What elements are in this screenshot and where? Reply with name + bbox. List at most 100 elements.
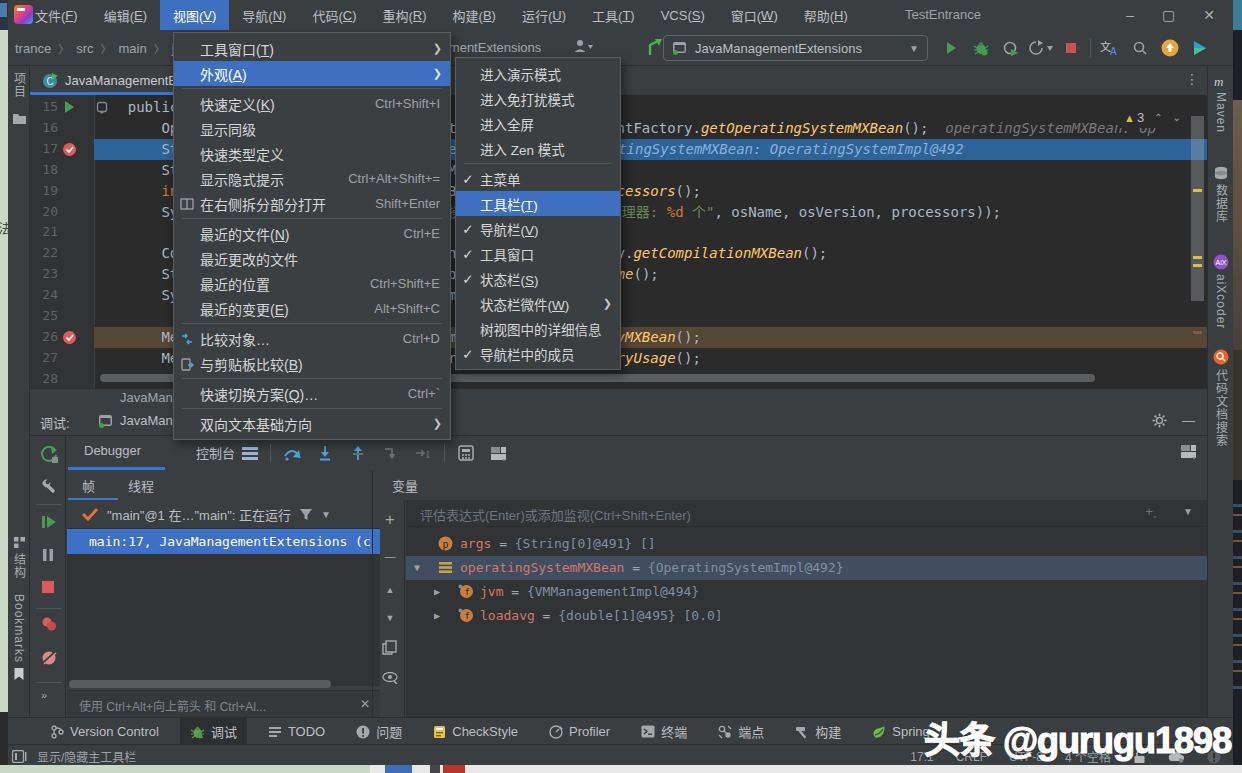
user-icon[interactable] bbox=[572, 38, 594, 54]
menu-item-显示同级[interactable]: 显示同级 bbox=[174, 116, 450, 141]
menu-item-外观(A)[interactable]: 外观(A)❯ bbox=[174, 61, 450, 86]
remove-icon[interactable]: — bbox=[382, 548, 398, 564]
project-folder-icon[interactable] bbox=[8, 112, 30, 125]
view-breakpoints-icon[interactable] bbox=[41, 616, 59, 634]
menu-视图(V)[interactable]: 视图(V) bbox=[160, 0, 229, 30]
pause-icon[interactable] bbox=[41, 548, 59, 566]
menu-item-最近的位置[interactable]: 最近的位置Ctrl+Shift+E bbox=[174, 271, 450, 296]
menu-item-双向文本基础方向[interactable]: 双向文本基础方向❯ bbox=[174, 411, 450, 436]
view-options-icon[interactable] bbox=[382, 672, 398, 688]
menu-item-进入 Zen 模式[interactable]: 进入 Zen 模式 bbox=[456, 136, 620, 161]
tab-frames[interactable]: 帧 bbox=[82, 476, 95, 495]
thread-selector[interactable]: "main"@1 在…"main": 正在运行 ▼ bbox=[67, 500, 380, 529]
menu-item-快速定义(K)[interactable]: 快速定义(K)Ctrl+Shift+I bbox=[174, 91, 450, 116]
menu-item-与剪贴板比较(B)[interactable]: 与剪贴板比较(B) bbox=[174, 351, 450, 376]
add-watch-icon[interactable]: +˯ bbox=[1145, 504, 1157, 519]
menu-item-工具窗口(T)[interactable]: 工具窗口(T)❯ bbox=[174, 36, 450, 61]
evaluate-icon[interactable] bbox=[449, 440, 482, 466]
prev-warning-icon[interactable]: ⌃ bbox=[1154, 112, 1162, 123]
menu-文件(F)[interactable]: 文件(F) bbox=[22, 0, 91, 30]
variable-row[interactable]: ▼operatingSystemMXBean = {OperatingSyste… bbox=[406, 556, 1208, 580]
tool-button-Version Control[interactable]: Version Control bbox=[41, 720, 169, 743]
stop-button[interactable] bbox=[1056, 35, 1086, 61]
menu-item-工具窗口[interactable]: ✓工具窗口 bbox=[456, 241, 620, 266]
tool-button-调试[interactable]: 调试 bbox=[180, 718, 247, 745]
toolbar-toggle-icon[interactable] bbox=[12, 750, 27, 763]
tool-button-structure[interactable]: 结构 bbox=[8, 536, 30, 579]
menu-item-进入全屏[interactable]: 进入全屏 bbox=[456, 111, 620, 136]
maximize-button[interactable]: ▢ bbox=[1162, 7, 1175, 23]
tool-button-端点[interactable]: 端点 bbox=[708, 718, 774, 745]
resume-icon[interactable] bbox=[41, 514, 59, 532]
menu-运行(U)[interactable]: 运行(U) bbox=[509, 0, 579, 30]
settings-menu-icon[interactable] bbox=[233, 440, 266, 466]
breakpoint-icon[interactable] bbox=[62, 330, 80, 348]
move-up-icon[interactable]: ▲ bbox=[382, 582, 398, 598]
run-to-cursor-icon[interactable]: I bbox=[407, 440, 440, 466]
close-button[interactable]: ✕ bbox=[1203, 7, 1215, 23]
step-out-icon[interactable] bbox=[341, 440, 374, 466]
menu-编辑(E)[interactable]: 编辑(E) bbox=[91, 0, 160, 30]
close-icon[interactable]: ✕ bbox=[360, 697, 370, 711]
breadcrumb-item[interactable]: src bbox=[76, 41, 93, 56]
run-line-icon[interactable] bbox=[62, 100, 80, 118]
breakpoint-icon[interactable] bbox=[62, 142, 80, 160]
menu-item-快速切换方案(Q)…[interactable]: 快速切换方案(Q)…Ctrl+` bbox=[174, 381, 450, 406]
menu-item-快速类型定义[interactable]: 快速类型定义 bbox=[174, 141, 450, 166]
layout-icon[interactable] bbox=[482, 440, 515, 466]
menu-item-在右侧拆分部分打开[interactable]: 在右侧拆分部分打开Shift+Enter bbox=[174, 191, 450, 216]
breadcrumb[interactable]: trance〉src〉main〉ja bbox=[15, 40, 182, 56]
menu-item-最近的变更(E)[interactable]: 最近的变更(E)Alt+Shift+C bbox=[174, 296, 450, 321]
minimize-panel-icon[interactable]: — bbox=[1182, 413, 1195, 428]
menu-item-最近的文件(N)[interactable]: 最近的文件(N)Ctrl+E bbox=[174, 221, 450, 246]
add-icon[interactable]: + bbox=[382, 512, 398, 528]
variables-panel[interactable]: pargs = {String[0]@491} []▼operatingSyst… bbox=[406, 500, 1207, 717]
menu-item-状态栏(S)[interactable]: ✓状态栏(S) bbox=[456, 266, 620, 291]
evaluate-input[interactable]: 评估表达式(Enter)或添加监视(Ctrl+Shift+Enter) +˯ ▼ bbox=[406, 500, 1207, 527]
aix-arrow-icon[interactable] bbox=[646, 37, 664, 57]
update-button[interactable] bbox=[1155, 35, 1185, 61]
frames-scrollbar[interactable] bbox=[69, 680, 331, 688]
editor-gutter[interactable]: 1516171819202122232425262728 bbox=[30, 95, 94, 388]
breadcrumb-item[interactable]: trance bbox=[15, 41, 51, 56]
menu-帮助(H)[interactable]: 帮助(H) bbox=[791, 0, 861, 30]
step-over-icon[interactable] bbox=[275, 440, 308, 466]
tab-console[interactable]: 控制台 bbox=[196, 443, 235, 462]
stack-frame-row[interactable]: main:17, JavaManagementExtensions (c bbox=[67, 529, 380, 554]
variable-row[interactable]: ▶fjvm = {VMManagementImpl@494} bbox=[406, 580, 1208, 604]
menu-item-进入免打扰模式[interactable]: 进入免打扰模式 bbox=[456, 86, 620, 111]
tool-button-终端[interactable]: 终端 bbox=[631, 718, 697, 745]
more-icon[interactable]: » bbox=[41, 690, 59, 708]
mute-breakpoints-icon[interactable] bbox=[41, 650, 59, 668]
vertical-scrollbar[interactable] bbox=[1191, 116, 1204, 301]
tool-button-aixcoder[interactable]: AiXaiXcoder bbox=[1208, 254, 1234, 329]
menu-窗口(W)[interactable]: 窗口(W) bbox=[718, 0, 791, 30]
more-icon[interactable]: ⋮ bbox=[1185, 71, 1199, 87]
menu-item-工具栏(T)[interactable]: 工具栏(T) bbox=[456, 191, 620, 216]
step-into-icon[interactable] bbox=[308, 440, 341, 466]
rerun-debug-icon[interactable] bbox=[41, 446, 59, 464]
translate-button[interactable]: 文A bbox=[1095, 35, 1125, 61]
variable-row[interactable]: pargs = {String[0]@491} [] bbox=[406, 532, 1208, 556]
run-button[interactable] bbox=[936, 35, 966, 61]
filter-icon[interactable] bbox=[299, 508, 313, 521]
tool-button-project[interactable]: 项目 bbox=[8, 72, 30, 98]
tool-button-CheckStyle[interactable]: CheckStyle bbox=[423, 720, 528, 743]
run-config-select[interactable]: JavaManagementExtensions ▼ bbox=[663, 35, 928, 61]
tool-button-问题[interactable]: 问题 bbox=[346, 718, 412, 745]
force-step-icon[interactable] bbox=[374, 440, 407, 466]
profile-button[interactable] bbox=[996, 35, 1026, 61]
tool-button-构建[interactable]: 构建 bbox=[785, 718, 851, 745]
menu-VCS(S)[interactable]: VCS(S) bbox=[648, 0, 718, 30]
menu-工具(T)[interactable]: 工具(T) bbox=[579, 0, 648, 30]
menu-item-导航栏中的成员[interactable]: ✓导航栏中的成员 bbox=[456, 341, 620, 366]
tool-button-database[interactable]: 数据库 bbox=[1208, 166, 1234, 223]
menu-item-比较对象…[interactable]: 比较对象…Ctrl+D bbox=[174, 326, 450, 351]
menu-item-显示隐式提示[interactable]: 显示隐式提示Ctrl+Alt+Shift+= bbox=[174, 166, 450, 191]
menu-代码(C)[interactable]: 代码(C) bbox=[299, 0, 369, 30]
stop-debug-icon[interactable] bbox=[41, 580, 59, 598]
menu-构建(B)[interactable]: 构建(B) bbox=[440, 0, 509, 30]
tool-button-maven[interactable]: mMaven bbox=[1208, 74, 1234, 133]
copy-stack-icon[interactable] bbox=[382, 640, 398, 656]
layout-settings-icon[interactable] bbox=[1180, 444, 1197, 459]
